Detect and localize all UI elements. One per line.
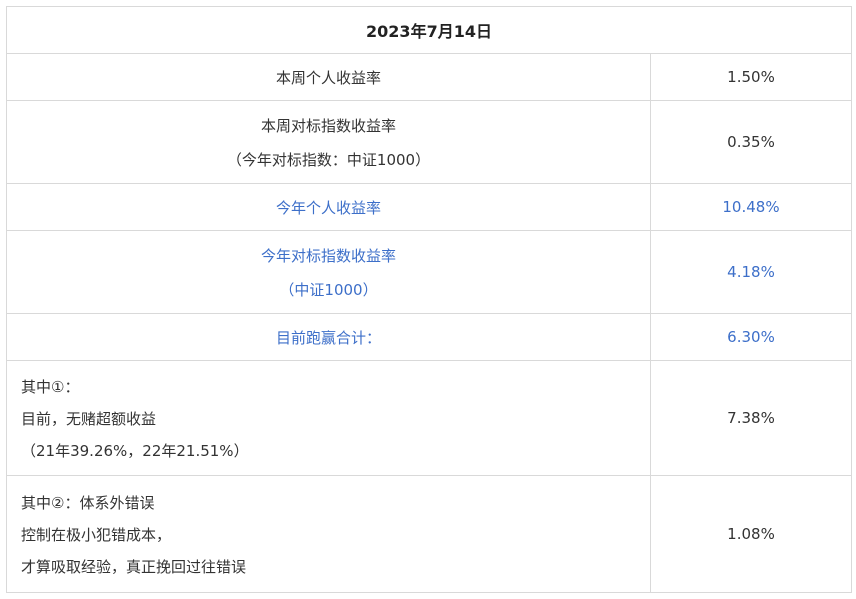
table-row: 其中②：体系外错误 控制在极小犯错成本， 才算吸取经验，真正挽回过往错误 1.0… <box>6 475 852 593</box>
label-line: （21年39.26%，22年21.51%） <box>21 441 249 460</box>
row-value: 10.48% <box>650 183 852 231</box>
table-row: 今年对标指数收益率 （中证1000） 4.18% <box>6 230 852 314</box>
row-value: 1.50% <box>650 53 852 101</box>
label-line: 本周对标指数收益率 <box>260 116 396 135</box>
row-value: 1.08% <box>650 475 852 593</box>
table-row: 其中①： 目前，无赌超额收益 （21年39.26%，22年21.51%） 7.3… <box>6 360 852 476</box>
table-row: 本周个人收益率 1.50% <box>6 53 852 101</box>
table-row: 本周对标指数收益率 （今年对标指数：中证1000） 0.35% <box>6 100 852 184</box>
row-label: 今年个人收益率 <box>6 183 651 231</box>
date-header: 2023年7月14日 <box>6 6 852 54</box>
label-line: 才算吸取经验，真正挽回过往错误 <box>21 557 247 576</box>
row-value: 6.30% <box>650 313 852 361</box>
table-row: 今年个人收益率 10.48% <box>6 183 852 231</box>
row-label: 本周个人收益率 <box>6 53 651 101</box>
label-line: （今年对标指数：中证1000） <box>226 150 431 169</box>
returns-table: 2023年7月14日 本周个人收益率 1.50% 本周对标指数收益率 （今年对标… <box>6 6 852 593</box>
returns-table-container: 2023年7月14日 本周个人收益率 1.50% 本周对标指数收益率 （今年对标… <box>6 6 852 593</box>
label-line: 本周个人收益率 <box>275 68 381 87</box>
label-line: （中证1000） <box>279 280 378 299</box>
row-label: 今年对标指数收益率 （中证1000） <box>6 230 651 314</box>
row-value: 4.18% <box>650 230 852 314</box>
row-label: 目前跑赢合计： <box>6 313 651 361</box>
row-value: 7.38% <box>650 360 852 476</box>
table-row: 目前跑赢合计： 6.30% <box>6 313 852 361</box>
table-header-row: 2023年7月14日 <box>6 6 852 54</box>
label-line: 目前，无赌超额收益 <box>21 409 157 428</box>
row-label: 其中①： 目前，无赌超额收益 （21年39.26%，22年21.51%） <box>6 360 651 476</box>
row-value: 0.35% <box>650 100 852 184</box>
label-line: 其中②：体系外错误 <box>21 493 155 512</box>
label-line: 控制在极小犯错成本， <box>21 525 172 544</box>
row-label: 本周对标指数收益率 （今年对标指数：中证1000） <box>6 100 651 184</box>
label-line: 今年对标指数收益率 <box>260 246 396 265</box>
label-line: 其中①： <box>21 377 80 396</box>
row-label: 其中②：体系外错误 控制在极小犯错成本， 才算吸取经验，真正挽回过往错误 <box>6 475 651 593</box>
label-line: 今年个人收益率 <box>275 198 381 217</box>
label-line: 目前跑赢合计： <box>275 328 381 347</box>
